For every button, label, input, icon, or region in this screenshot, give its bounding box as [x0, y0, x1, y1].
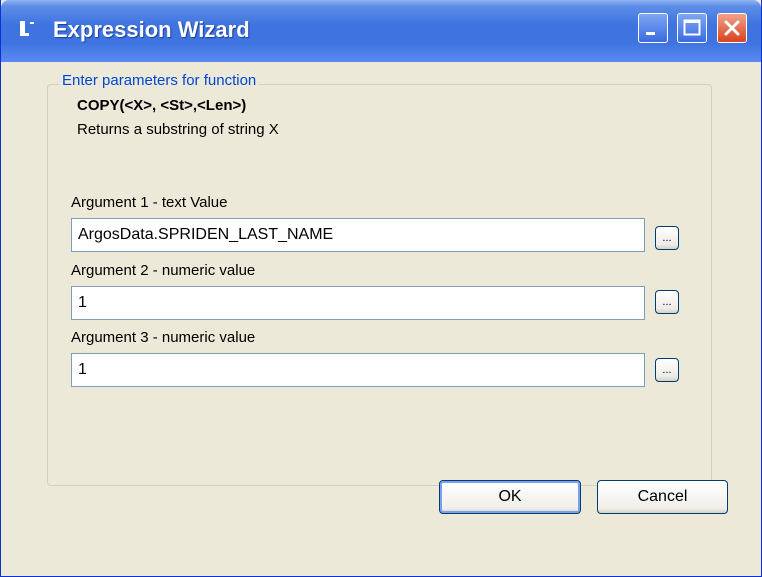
argument-1-input[interactable]: [71, 218, 645, 252]
ok-button[interactable]: OK: [439, 480, 581, 514]
minimize-button[interactable]: [638, 13, 668, 43]
argument-3-browse-button[interactable]: ...: [655, 358, 679, 382]
parameters-groupbox: [47, 84, 712, 486]
cancel-button[interactable]: Cancel: [597, 480, 728, 514]
title-bar[interactable]: Expression Wizard: [1, 0, 761, 62]
function-description: Returns a substring of string X: [77, 121, 279, 138]
close-button[interactable]: [717, 13, 747, 43]
window-title: Expression Wizard: [53, 17, 250, 42]
argument-1-label: Argument 1 - text Value: [71, 194, 228, 211]
argument-2-input[interactable]: [71, 286, 645, 320]
expression-wizard-window: Expression Wizard Enter parameters for f…: [0, 0, 762, 577]
maximize-button[interactable]: [677, 13, 707, 43]
argument-1-browse-button[interactable]: ...: [655, 226, 679, 250]
dialog-body: Enter parameters for function COPY(<X>, …: [5, 62, 757, 572]
argument-2-browse-button[interactable]: ...: [655, 290, 679, 314]
function-icon: [17, 18, 39, 40]
close-icon: [724, 20, 740, 36]
argument-3-input[interactable]: [71, 353, 645, 387]
maximize-icon: [683, 19, 701, 36]
function-signature: COPY(<X>, <St>,<Len>): [77, 97, 247, 114]
groupbox-legend: Enter parameters for function: [59, 72, 260, 89]
argument-3-label: Argument 3 - numeric value: [71, 329, 256, 346]
argument-2-label: Argument 2 - numeric value: [71, 262, 256, 279]
minimize-icon: [646, 32, 655, 35]
